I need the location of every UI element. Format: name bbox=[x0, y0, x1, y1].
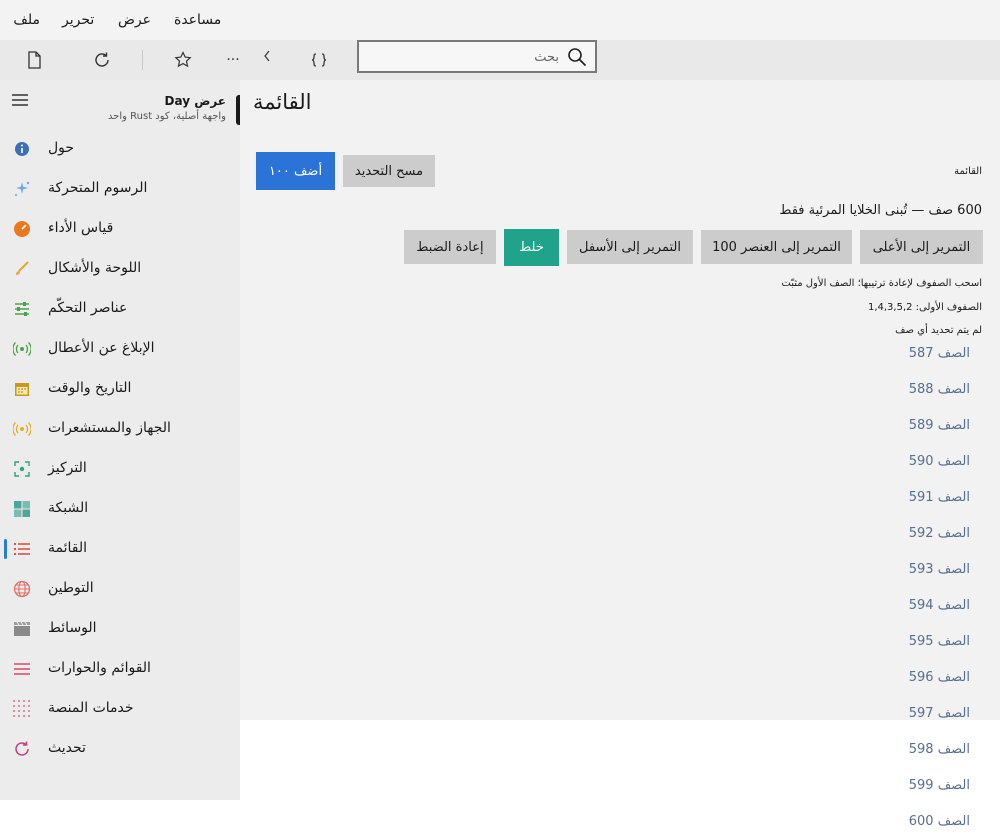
sidebar-item-label: عناصر التحكّم bbox=[48, 300, 128, 316]
sparkles-icon bbox=[15, 181, 30, 196]
search-box[interactable] bbox=[357, 40, 597, 73]
clapper-icon bbox=[14, 621, 30, 636]
sidebar-item-2[interactable]: قياس الأداء bbox=[0, 209, 240, 249]
drag-hint: اسحب الصفوف لإعادة ترتيبها؛ الصف الأول م… bbox=[781, 278, 982, 289]
list-row[interactable]: الصف 592 bbox=[909, 526, 970, 541]
sidebar-item-5[interactable]: الإبلاغ عن الأعطال bbox=[0, 329, 240, 369]
broadcast-icon bbox=[13, 342, 31, 356]
sidebar-item-6[interactable]: التاريخ والوقت bbox=[0, 369, 240, 409]
scroll-bottom-button[interactable]: التمرير إلى الأسفل bbox=[567, 230, 693, 264]
sidebar-item-label: الجهاز والمستشعرات bbox=[48, 420, 171, 436]
sidebar-item-10[interactable]: القائمة bbox=[0, 529, 240, 569]
calendar-icon bbox=[15, 383, 29, 396]
grid-icon bbox=[14, 501, 30, 517]
new-file-icon[interactable] bbox=[22, 48, 46, 72]
dots-grid-icon bbox=[13, 700, 30, 717]
list-row[interactable]: الصف 589 bbox=[909, 418, 970, 433]
list-row[interactable]: الصف 600 bbox=[909, 814, 970, 829]
sidebar-item-label: القائمة bbox=[48, 540, 87, 556]
list-row[interactable]: الصف 596 bbox=[909, 670, 970, 685]
code-braces-icon[interactable] bbox=[307, 48, 331, 72]
add-100-button[interactable]: أضف ١٠٠ bbox=[256, 152, 335, 190]
sidebar-item-label: قياس الأداء bbox=[48, 220, 114, 236]
sidebar-item-4[interactable]: عناصر التحكّم bbox=[0, 289, 240, 329]
focus-icon bbox=[14, 461, 30, 477]
app-subtitle: واجهة أصلية، كود Rust واحد bbox=[107, 111, 226, 122]
sidebar-item-label: الإبلاغ عن الأعطال bbox=[48, 340, 155, 356]
page-title: القائمة bbox=[253, 90, 312, 114]
active-indicator bbox=[4, 539, 7, 559]
globe-icon bbox=[13, 580, 31, 598]
gauge-icon bbox=[14, 221, 30, 237]
row-count-info: 600 صف — تُبنى الخلايا المرئية فقط bbox=[779, 203, 982, 218]
sidebar-item-label: التركيز bbox=[48, 460, 87, 476]
search-input[interactable] bbox=[369, 47, 559, 67]
sidebar-item-11[interactable]: التوطين bbox=[0, 569, 240, 609]
shuffle-button[interactable]: خلط bbox=[504, 229, 559, 266]
list-row[interactable]: الصف 594 bbox=[909, 598, 970, 613]
toolbar-separator bbox=[142, 50, 143, 70]
info-icon bbox=[15, 142, 29, 156]
clear-selection-button[interactable]: مسح التحديد bbox=[343, 155, 435, 187]
sensor-icon bbox=[13, 422, 31, 436]
list-row[interactable]: الصف 597 bbox=[909, 706, 970, 721]
more-icon[interactable]: ··· bbox=[221, 48, 245, 72]
selection-status: لم يتم تحديد أي صف bbox=[895, 325, 982, 336]
sidebar-item-label: تحديث bbox=[48, 740, 86, 756]
sidebar-item-14[interactable]: خدمات المنصة bbox=[0, 689, 240, 729]
list-icon bbox=[13, 542, 30, 556]
sidebar-item-label: خدمات المنصة bbox=[48, 700, 134, 716]
reset-button[interactable]: إعادة الضبط bbox=[404, 230, 496, 264]
list-row[interactable]: الصف 587 bbox=[909, 346, 970, 361]
sidebar-item-label: الرسوم المتحركة bbox=[48, 180, 148, 196]
menu-lines-icon bbox=[14, 663, 30, 675]
sidebar-item-label: الوسائط bbox=[48, 620, 97, 636]
refresh-icon[interactable] bbox=[90, 48, 114, 72]
sidebar-item-label: اللوحة والأشكال bbox=[48, 260, 142, 276]
sliders-icon bbox=[15, 302, 29, 316]
scroll-to-100-button[interactable]: التمرير إلى العنصر 100 bbox=[701, 230, 852, 264]
app-title: عرض Day bbox=[164, 94, 227, 108]
first-rows-info: الصفوف الأولى: 1,4,3,5,2 bbox=[867, 302, 982, 313]
brush-icon bbox=[16, 261, 29, 275]
sidebar-item-7[interactable]: الجهاز والمستشعرات bbox=[0, 409, 240, 449]
list-row[interactable]: الصف 595 bbox=[909, 634, 970, 649]
sidebar-item-15[interactable]: تحديث bbox=[0, 729, 240, 769]
menu-edit[interactable]: تحرير bbox=[62, 12, 94, 28]
sidebar-item-label: القوائم والحوارات bbox=[48, 660, 151, 676]
list-row[interactable]: الصف 588 bbox=[909, 382, 970, 397]
sidebar-item-3[interactable]: اللوحة والأشكال bbox=[0, 249, 240, 289]
chevron-left-icon[interactable] bbox=[255, 44, 279, 68]
list-row[interactable]: الصف 593 bbox=[909, 562, 970, 577]
sidebar-item-1[interactable]: الرسوم المتحركة bbox=[0, 169, 240, 209]
sidebar-item-0[interactable]: حول bbox=[0, 129, 240, 169]
search-icon[interactable] bbox=[567, 47, 587, 67]
section-label: القائمة bbox=[954, 166, 982, 177]
sidebar-item-label: حول bbox=[48, 140, 75, 156]
list-row[interactable]: الصف 591 bbox=[909, 490, 970, 505]
sidebar-item-12[interactable]: الوسائط bbox=[0, 609, 240, 649]
sidebar-item-label: الشبكة bbox=[48, 500, 89, 516]
menu-file[interactable]: ملف bbox=[13, 12, 40, 28]
list-row[interactable]: الصف 598 bbox=[909, 742, 970, 757]
sidebar-item-8[interactable]: التركيز bbox=[0, 449, 240, 489]
sidebar-item-label: التوطين bbox=[48, 580, 94, 596]
star-icon[interactable] bbox=[171, 48, 195, 72]
sidebar-item-label: التاريخ والوقت bbox=[48, 380, 132, 396]
sidebar-item-9[interactable]: الشبكة bbox=[0, 489, 240, 529]
list-row[interactable]: الصف 590 bbox=[909, 454, 970, 469]
menu-view[interactable]: عرض bbox=[118, 12, 151, 28]
scroll-top-button[interactable]: التمرير إلى الأعلى bbox=[860, 230, 983, 264]
sidebar-item-13[interactable]: القوائم والحوارات bbox=[0, 649, 240, 689]
refresh-circle-icon bbox=[15, 741, 29, 756]
menu-help[interactable]: مساعدة bbox=[174, 12, 221, 28]
menu-bar: ملف تحرير عرض مساعدة bbox=[0, 0, 1000, 40]
hamburger-menu-icon[interactable] bbox=[11, 92, 29, 108]
list-row[interactable]: الصف 599 bbox=[909, 778, 970, 793]
